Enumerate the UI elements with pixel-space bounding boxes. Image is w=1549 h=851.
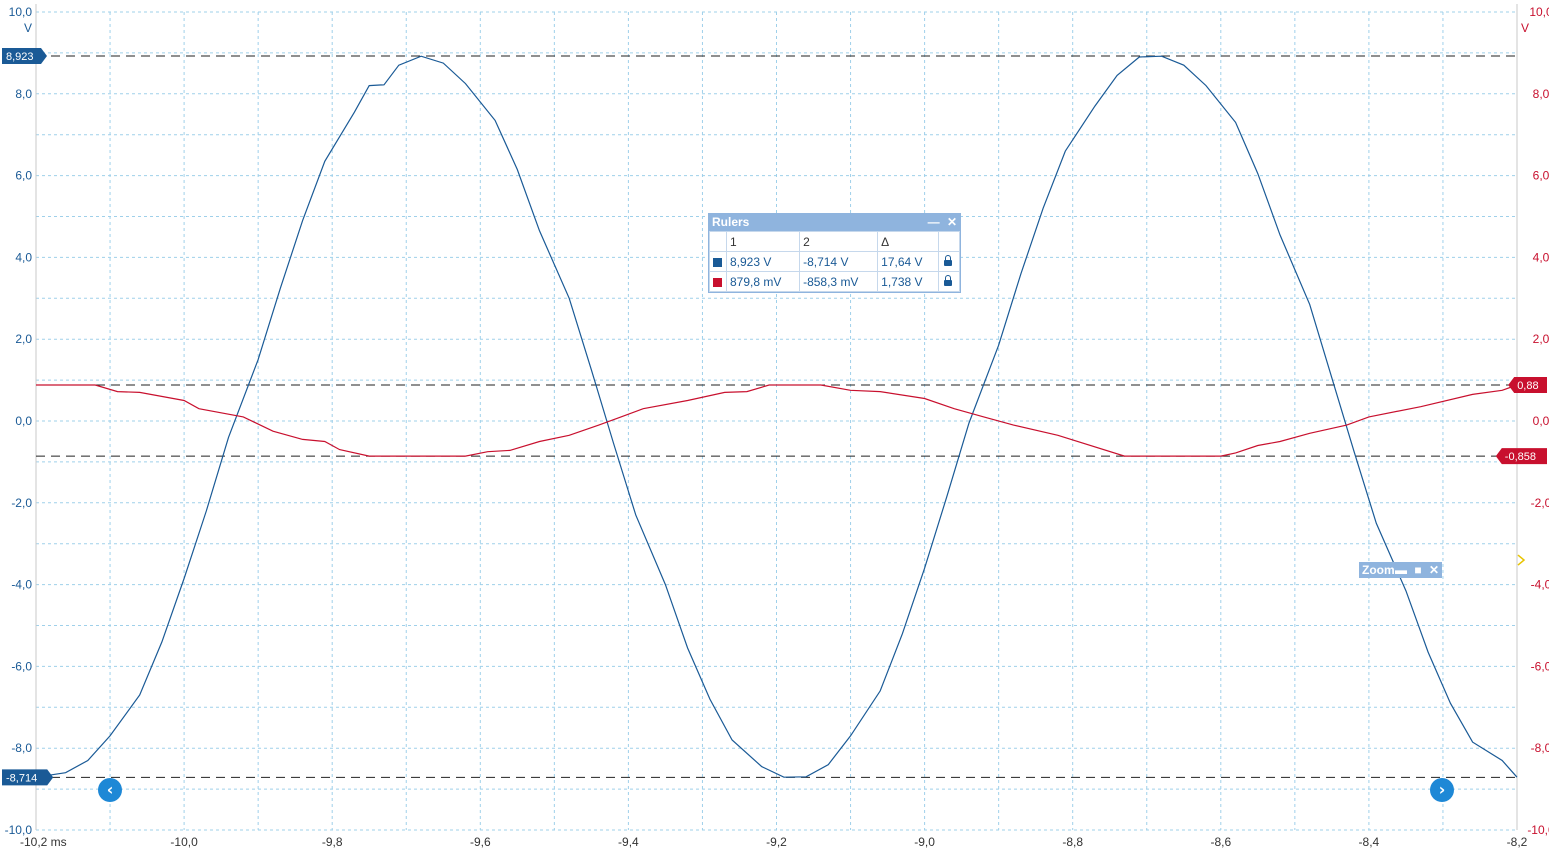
y-left-tick-label: 0,0 [15,414,32,428]
grid [35,11,1518,831]
y-right-tick-label: -6,0 [1531,659,1549,673]
x-tick-label: -8,2 [1507,835,1528,849]
zoom-panel-titlebar[interactable]: Zoom ▬ ■ ✕ [1359,562,1442,578]
minimize-icon[interactable]: ▬ [1395,562,1407,578]
y-right-tick-label: -8,0 [1531,741,1549,755]
x-tick-label: -9,2 [766,835,787,849]
table-row: 8,923 V -8,714 V 17,64 V [709,251,961,272]
rulers-header-cell [937,231,961,252]
rulers-header-cell [709,231,727,252]
chevron-left-icon[interactable]: ‹ [98,778,122,802]
y-left-tick-label: 4,0 [15,250,32,264]
x-tick-label: -10,0 [170,835,198,849]
zoom-panel[interactable]: Zoom ▬ ■ ✕ [1359,562,1442,578]
rulers-panel-title: Rulers [712,215,750,229]
close-icon[interactable]: ✕ [1429,562,1439,578]
y-right-tick-label: 10,0 [1529,5,1549,19]
rulers-header-row: 1 2 Δ [709,231,961,252]
y-right-tick-label: -4,0 [1531,578,1549,592]
maximize-icon[interactable]: ■ [1414,562,1421,578]
lock-cell[interactable] [937,251,961,272]
x-tick-label: -9,4 [618,835,639,849]
channel-b-swatch [713,277,722,287]
ruler-marker-label: -0,858 [1505,451,1536,463]
y-left-unit: V [24,21,32,35]
oscilloscope-chart: 10,08,06,04,02,00,0-2,0-4,0-6,0-8,0-10,0… [2,4,1549,849]
rulers-panel-titlebar[interactable]: Rulers — ✕ [709,214,960,231]
rulers-header-cell: 2 [799,231,879,252]
ruler-delta-value: 17,64 V [877,251,939,272]
y-right-tick-label: 0,0 [1533,414,1549,428]
ruler-markers: 8,923 -8,714 0,88 -0,858 [2,48,1547,786]
minimize-icon[interactable]: — [928,214,940,231]
ruler-marker-label: 0,88 [1517,380,1538,392]
y-left-tick-label: 10,0 [9,5,33,19]
y-right-tick-label: -10,0 [1527,823,1549,837]
close-icon[interactable]: ✕ [947,214,957,231]
x-tick-label: -9,8 [322,835,343,849]
y-right-tick-label: 2,0 [1533,332,1549,346]
ruler-2-value: -8,714 V [799,251,879,272]
ruler-marker-label: -8,714 [6,772,37,784]
rulers-header-cell: Δ [877,231,939,252]
y-left-tick-label: 6,0 [15,169,32,183]
y-left-tick-label: -4,0 [11,578,32,592]
ruler-1-value: 879,8 mV [725,271,801,292]
y-left-tick-label: -2,0 [11,496,32,510]
y-left-tick-label: 8,0 [15,87,32,101]
chevron-right-icon[interactable]: › [1430,778,1454,802]
rulers-table: 1 2 Δ 8,923 V -8,714 V 17,64 V 879,8 mV … [709,231,961,292]
ruler-delta-value: 1,738 V [877,271,939,292]
ruler-marker-label: 8,923 [6,51,34,63]
channel-a-swatch [713,257,722,267]
x-tick-label: -8,8 [1062,835,1083,849]
rulers-header-cell: 1 [725,231,801,252]
y-right-unit: V [1521,21,1529,35]
y-right-tick-label: 8,0 [1533,87,1549,101]
channel-swatch-cell [709,271,727,292]
x-tick-label: -8,6 [1210,835,1231,849]
table-row: 879,8 mV -858,3 mV 1,738 V [709,271,961,292]
y-left-tick-label: 2,0 [15,332,32,346]
lock-cell[interactable] [937,271,961,292]
y-left-tick-label: -8,0 [11,741,32,755]
y-left-tick-label: -6,0 [11,659,32,673]
ruler-1-value: 8,923 V [725,251,801,272]
x-tick-label: -8,4 [1359,835,1380,849]
zoom-panel-title: Zoom [1362,563,1395,577]
y-right-tick-label: 6,0 [1533,169,1549,183]
rulers-panel[interactable]: Rulers — ✕ 1 2 Δ 8,923 V -8,714 V 17,64 … [708,213,961,293]
channel-swatch-cell [709,251,727,272]
y-right-tick-label: -2,0 [1531,496,1549,510]
lock-icon[interactable] [943,274,952,286]
trigger-marker-icon [1517,554,1526,566]
y-right-tick-label: 4,0 [1533,250,1549,264]
x-tick-label: -10,2 ms [20,835,67,849]
lock-icon[interactable] [943,254,952,266]
ruler-2-value: -858,3 mV [799,271,879,292]
x-tick-label: -9,6 [470,835,491,849]
x-tick-label: -9,0 [914,835,935,849]
